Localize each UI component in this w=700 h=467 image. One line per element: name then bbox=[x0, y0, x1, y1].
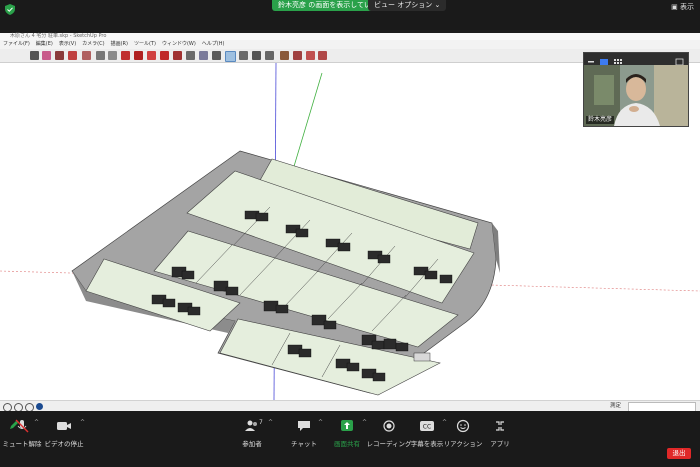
car bbox=[337, 242, 351, 252]
apps-button[interactable]: アプリ bbox=[470, 419, 530, 448]
participant-video: 鈴木亮彦 bbox=[584, 65, 688, 126]
car bbox=[187, 306, 201, 316]
apps-icon bbox=[496, 421, 504, 431]
eraser-tool-icon[interactable] bbox=[42, 51, 51, 60]
chevron-down-icon: ⌄ bbox=[434, 1, 441, 9]
svg-text:CC: CC bbox=[423, 424, 431, 431]
gallery-view-icon[interactable] bbox=[614, 59, 622, 64]
fullscreen-icon: ▣ bbox=[671, 3, 678, 11]
menu-camera[interactable]: カメラ(C) bbox=[82, 40, 104, 49]
car bbox=[162, 298, 176, 308]
chat-label: チャット bbox=[291, 440, 317, 448]
menu-bar: ファイル(F) 編集(E) 表示(V) カメラ(C) 描画(R) ツール(T) … bbox=[0, 40, 700, 49]
green-axis bbox=[291, 72, 323, 174]
car bbox=[323, 320, 337, 330]
car bbox=[439, 274, 453, 284]
layout-icon[interactable] bbox=[306, 51, 315, 60]
extension-icon[interactable] bbox=[293, 51, 302, 60]
video-tile-header bbox=[584, 53, 688, 66]
car bbox=[295, 228, 309, 238]
line-tool-icon[interactable] bbox=[55, 51, 64, 60]
shield-icon[interactable] bbox=[5, 4, 15, 15]
car bbox=[383, 338, 397, 350]
car bbox=[371, 340, 385, 350]
menu-tools[interactable]: ツール(T) bbox=[134, 40, 156, 49]
paint-bucket-icon[interactable] bbox=[212, 51, 221, 60]
car bbox=[298, 348, 312, 358]
scale-tool-icon[interactable] bbox=[147, 51, 156, 60]
measurements-label: 測定 bbox=[610, 403, 622, 409]
menu-file[interactable]: ファイル(F) bbox=[3, 40, 30, 49]
window-title: 木原さん 4 宅分 駐車.skp - SketchUp Pro bbox=[10, 33, 107, 39]
participants-count: 7 bbox=[259, 419, 263, 426]
microphone-muted-icon bbox=[15, 419, 29, 433]
menu-help[interactable]: ヘルプ(H) bbox=[202, 40, 225, 49]
share-screen-label: 画面共有 bbox=[334, 440, 360, 448]
ruby-icon[interactable] bbox=[318, 51, 327, 60]
video-options-caret-icon[interactable]: ^ bbox=[80, 419, 85, 426]
car bbox=[225, 286, 239, 296]
display-button[interactable]: ▣ 表示 bbox=[671, 2, 694, 12]
video-label: ビデオの停止 bbox=[44, 440, 84, 448]
pan-tool-icon[interactable] bbox=[239, 51, 248, 60]
tape-measure-icon[interactable] bbox=[173, 51, 182, 60]
text-tool-icon[interactable] bbox=[199, 51, 208, 60]
share-screen-icon bbox=[341, 420, 353, 431]
car bbox=[377, 254, 391, 264]
shape-tool-icon[interactable] bbox=[82, 51, 91, 60]
view-options-label: ビュー オプション bbox=[374, 1, 433, 9]
menu-window[interactable]: ウィンドウ(W) bbox=[162, 40, 196, 49]
car bbox=[275, 304, 289, 314]
meeting-controls-bar: ミュート解除 ^ ビデオの停止 ^ 参加者 7 ^ チャット ^ 画面共有 ^ bbox=[0, 411, 700, 467]
chat-bubble-icon bbox=[298, 421, 310, 431]
select-tool-icon[interactable] bbox=[30, 51, 39, 60]
participant-name-label: 鈴木亮彦 bbox=[586, 116, 615, 124]
zoom-top-bar: 鈴木亮彦 の画面を表示しています ビュー オプション ⌄ ▣ 表示 bbox=[0, 0, 700, 33]
self-video-tile[interactable]: 鈴木亮彦 bbox=[583, 52, 689, 127]
pushpull-tool-icon[interactable] bbox=[96, 51, 105, 60]
minimize-icon[interactable] bbox=[588, 61, 594, 63]
sketchup-titlebar: 木原さん 4 宅分 駐車.skp - SketchUp Pro bbox=[0, 33, 700, 40]
move-tool-icon[interactable] bbox=[121, 51, 130, 60]
instructor-icon[interactable] bbox=[36, 403, 43, 410]
participants-label: 参加者 bbox=[242, 440, 262, 448]
dimension-tool-icon[interactable] bbox=[186, 51, 195, 60]
menu-draw[interactable]: 描画(R) bbox=[111, 40, 128, 49]
display-label: 表示 bbox=[680, 3, 694, 11]
menu-edit[interactable]: 編集(E) bbox=[36, 40, 53, 49]
car bbox=[413, 352, 431, 362]
car bbox=[346, 362, 360, 372]
leave-meeting-button[interactable]: 退出 bbox=[667, 448, 691, 459]
offset-tool-icon[interactable] bbox=[108, 51, 117, 60]
car bbox=[372, 372, 386, 382]
car bbox=[395, 342, 409, 352]
apps-label: アプリ bbox=[490, 440, 510, 448]
rotate-tool-icon[interactable] bbox=[134, 51, 143, 60]
video-camera-icon bbox=[57, 422, 71, 430]
participants-caret-icon[interactable]: ^ bbox=[268, 419, 273, 426]
zoom-extents-icon[interactable] bbox=[265, 51, 274, 60]
warehouse-icon[interactable] bbox=[280, 51, 289, 60]
menu-view[interactable]: 表示(V) bbox=[59, 40, 76, 49]
arc-tool-icon[interactable] bbox=[68, 51, 77, 60]
view-options-button[interactable]: ビュー オプション ⌄ bbox=[368, 0, 447, 11]
orbit-tool-icon[interactable] bbox=[225, 51, 236, 62]
record-icon bbox=[383, 420, 395, 432]
car bbox=[181, 270, 195, 280]
zoom-tool-icon[interactable] bbox=[252, 51, 261, 60]
follow-me-tool-icon[interactable] bbox=[160, 51, 169, 60]
car bbox=[255, 212, 269, 222]
car bbox=[424, 270, 438, 280]
